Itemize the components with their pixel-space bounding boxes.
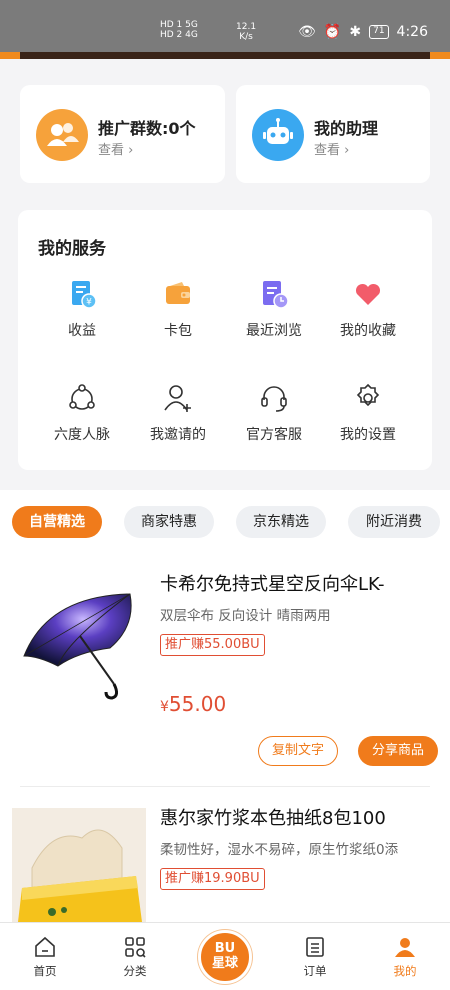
network-icon [69,384,95,410]
product-description: 双层伞布 反向设计 晴雨两用 [160,608,331,624]
price-value: 55.00 [168,692,227,716]
assistant-title: 我的助理 [314,119,379,138]
service-label: 收益 [68,323,96,339]
service-history[interactable]: 最近浏览 [224,278,324,340]
services-title: 我的服务 [38,239,106,259]
profile-icon [395,938,415,957]
service-support[interactable]: 官方客服 [224,382,324,444]
service-wallet[interactable]: 卡包 [128,278,228,340]
alarm-icon: ⏰ [323,24,342,40]
assistant-card[interactable]: 我的助理 查看 › [236,85,430,183]
service-label: 我的收藏 [340,323,396,339]
product-image-tissue [12,808,146,922]
service-label: 卡包 [164,323,192,339]
service-label: 我邀请的 [150,427,206,443]
nav-label: 首页 [33,964,57,978]
service-label: 最近浏览 [246,323,302,339]
wallet-icon [166,282,190,304]
header-stripe [0,52,450,59]
service-network[interactable]: 六度人脉 [32,382,132,444]
bu-planet-line1: BU [214,941,236,956]
service-income[interactable]: ¥ 收益 [32,278,132,340]
nav-orders[interactable]: 订单 [270,935,360,979]
divider [20,786,430,787]
income-icon: ¥ [72,281,97,309]
home-icon [35,936,55,957]
history-icon [263,281,289,309]
bluetooth-icon: ✱ [349,24,362,40]
tab-self-operated[interactable]: 自营精选 [12,506,102,538]
bu-planet-button[interactable]: BU 星球 [198,930,252,984]
promo-group-count: 推广群数:0个 [98,119,196,138]
tab-nearby[interactable]: 附近消费 [348,506,440,538]
service-settings[interactable]: 我的设置 [318,382,418,444]
copy-text-button[interactable]: 复制文字 [258,736,338,766]
gear-icon [356,383,380,407]
category-icon [125,937,146,958]
eye-icon: 👁 [298,24,316,40]
robot-icon [252,109,304,161]
promo-earn-badge: 推广赚55.00BU [160,634,265,656]
nav-home[interactable]: 首页 [0,935,90,979]
product-list: 卡希尔免持式星空反向伞LK- 双层伞布 反向设计 晴雨两用 推广赚55.00BU… [0,548,450,922]
nav-category[interactable]: 分类 [90,935,180,979]
battery-indicator: 71 [369,25,389,39]
headset-icon [261,386,287,412]
nav-label: 我的 [393,964,417,978]
heart-icon [355,283,381,305]
status-time: 4:26 [396,24,428,40]
promo-group-card[interactable]: 推广群数:0个 查看 › [20,85,225,183]
nav-label: 分类 [123,964,147,978]
svg-text:¥: ¥ [86,298,92,308]
service-label: 六度人脉 [54,427,110,443]
nav-profile[interactable]: 我的 [360,935,450,979]
service-label: 官方客服 [246,427,302,443]
service-invited[interactable]: 我邀请的 [128,382,228,444]
group-icon [36,109,88,161]
bu-planet-line2: 星球 [211,956,238,971]
nav-label: 订单 [303,964,327,978]
add-user-icon [164,385,191,412]
service-favorites[interactable]: 我的收藏 [318,278,418,340]
status-bar: HD 1 5G HD 2 4G 12.1 K/s 👁 ⏰ ✱ 71 4:26 [0,0,450,52]
product-price: ¥55.00 [160,692,226,716]
currency-symbol: ¥ [160,699,169,715]
promo-earn-badge: 推广赚19.90BU [160,868,265,890]
my-services-panel: 我的服务 ¥ 收益 卡包 最近浏览 我的收藏 六度人脉 我邀请的 官方客服 我的… [18,210,432,470]
network-speed: 12.1 K/s [236,22,257,42]
product-title[interactable]: 惠尔家竹浆本色抽纸8包100 [160,804,432,830]
product-title[interactable]: 卡希尔免持式星空反向伞LK- [160,570,432,596]
product-image-umbrella [23,593,132,700]
share-product-button[interactable]: 分享商品 [358,736,438,766]
assistant-view-link[interactable]: 查看 › [314,139,349,158]
order-icon [306,937,324,957]
category-tabs: 自营精选 商家特惠 京东精选 附近消费 [0,490,450,548]
tab-jd-picks[interactable]: 京东精选 [236,506,326,538]
service-label: 我的设置 [340,427,396,443]
product-description: 柔韧性好，湿水不易碎，原生竹浆纸0添 [160,842,399,858]
network-indicator: HD 1 5G HD 2 4G [160,20,198,40]
promo-group-view-link[interactable]: 查看 › [98,139,133,158]
tab-merchant-deals[interactable]: 商家特惠 [124,506,214,538]
